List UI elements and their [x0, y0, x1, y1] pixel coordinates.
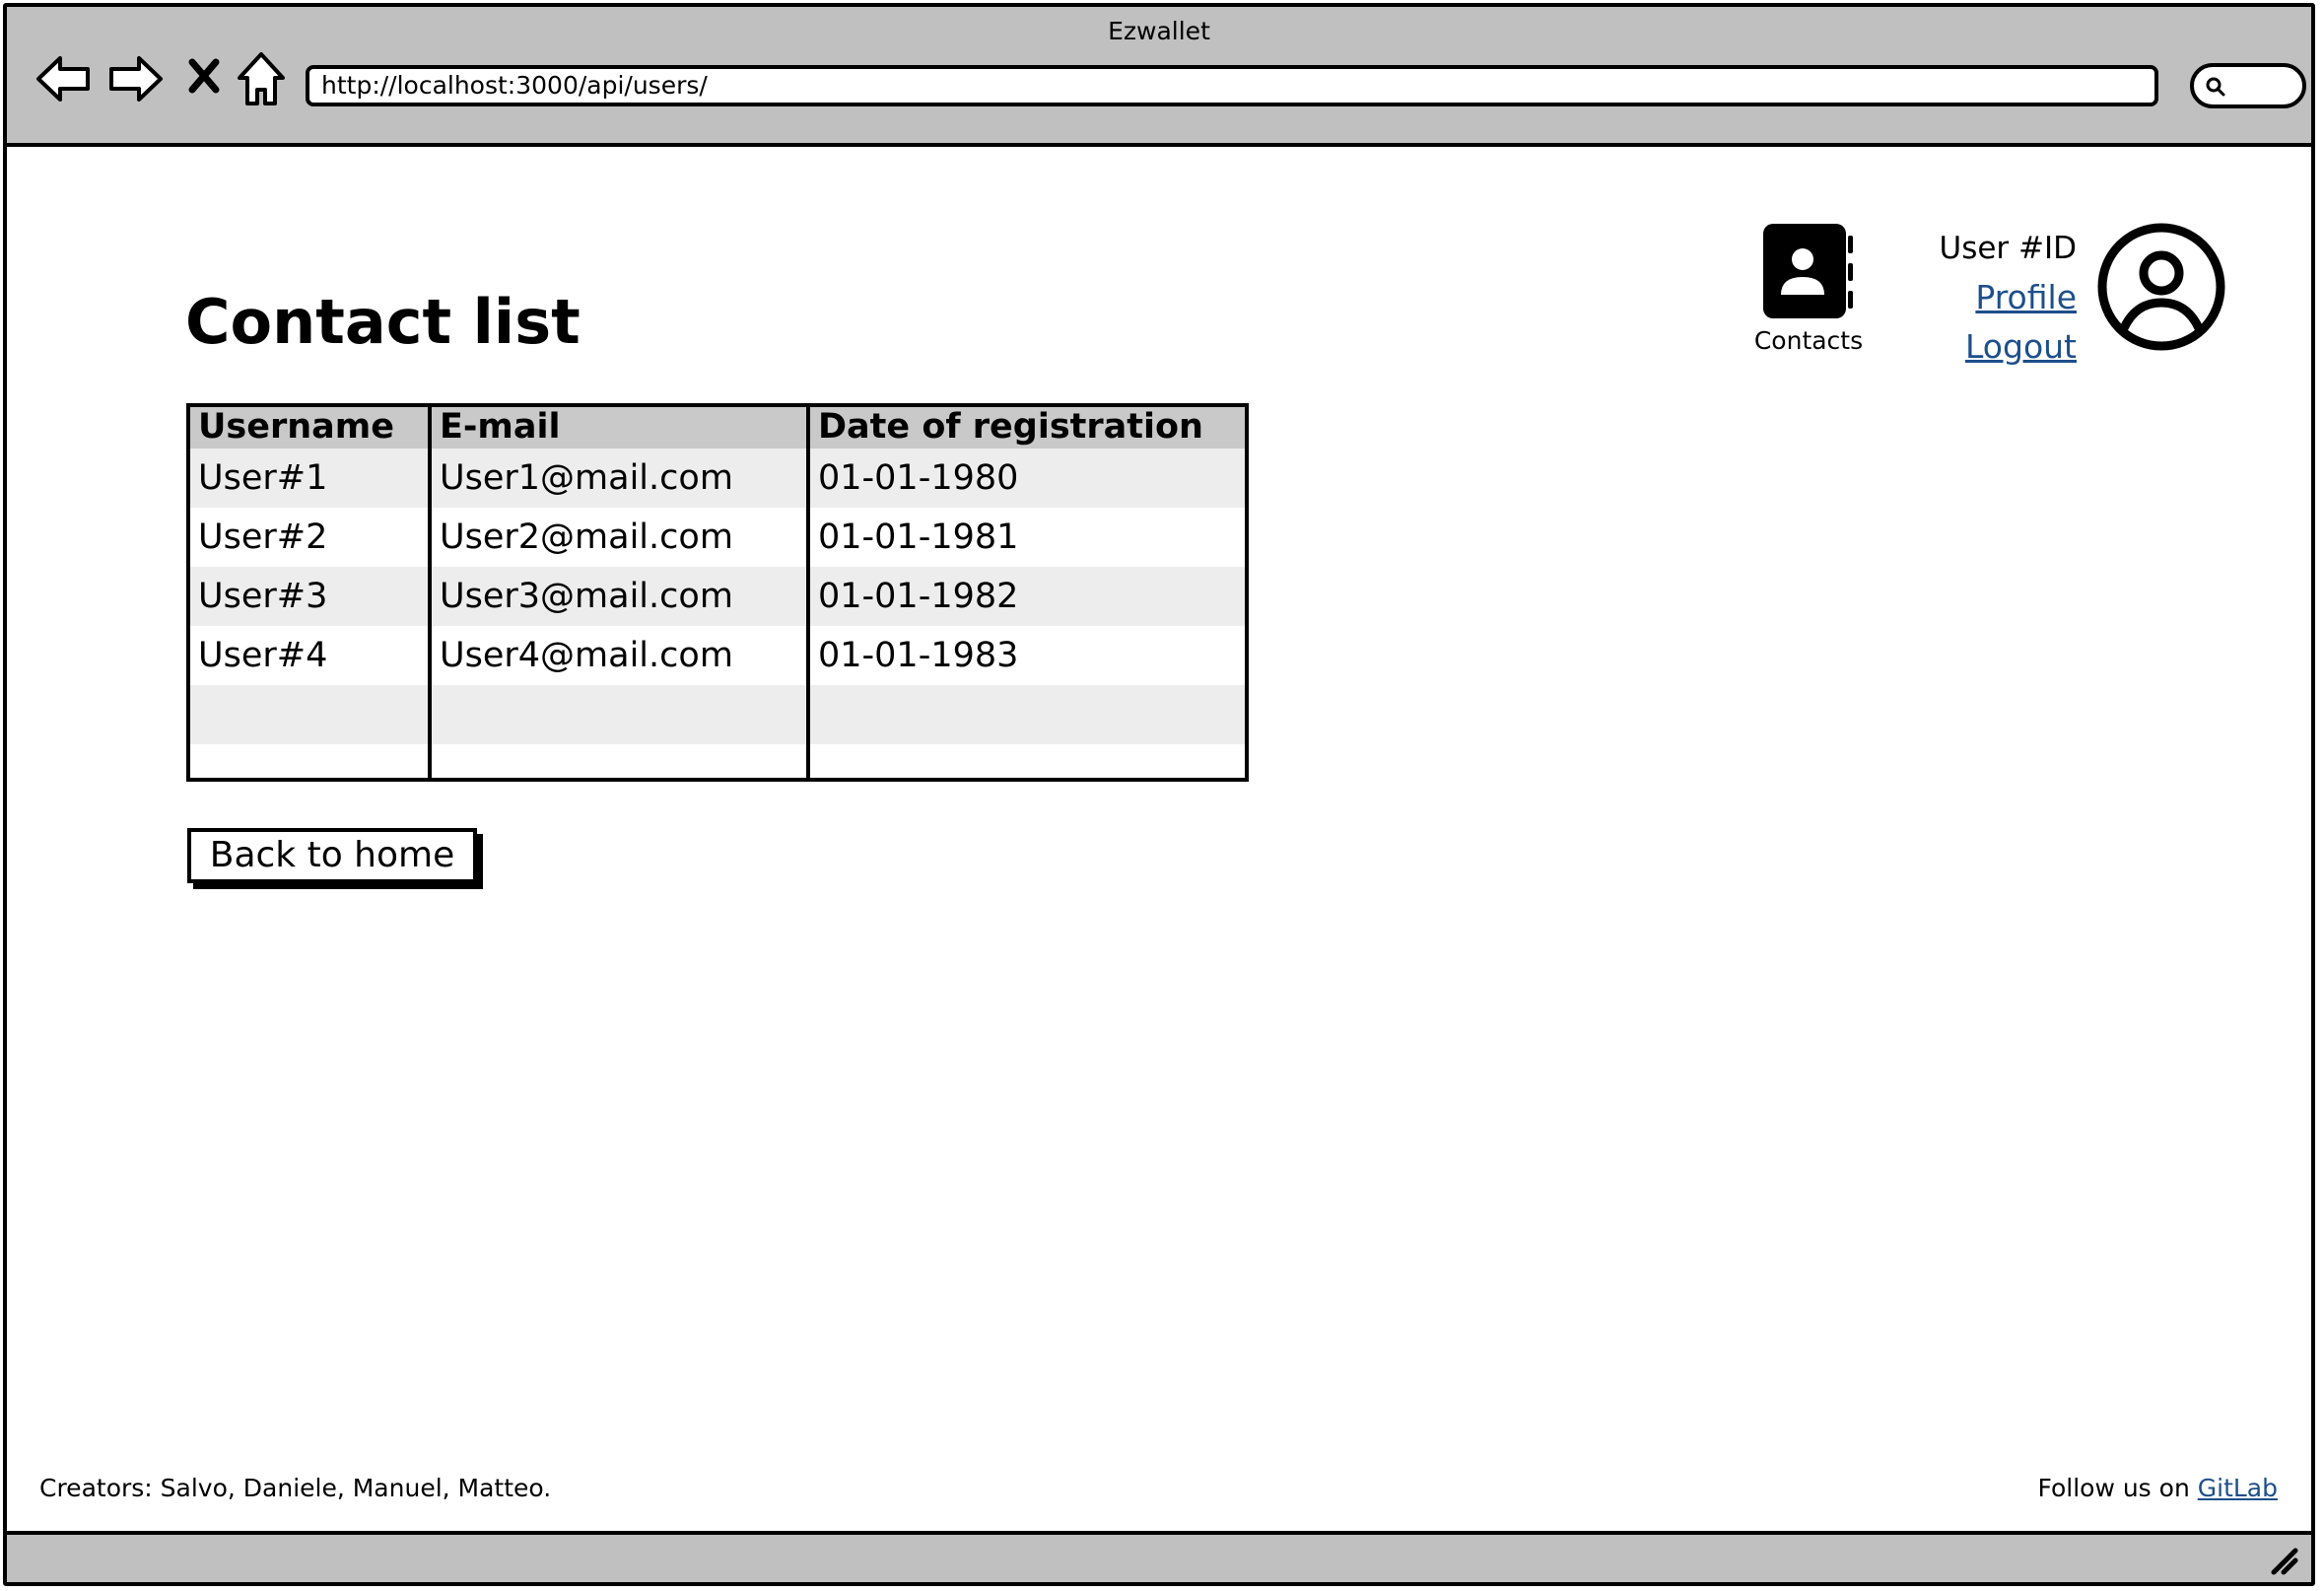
browser-window: Ezwallet http://localhost:3000/api/users…	[3, 3, 2315, 1586]
table-row[interactable]: User#1 User1@mail.com 01-01-1980	[190, 449, 1245, 508]
footer-follow-text: Follow us on	[2037, 1474, 2198, 1502]
user-avatar-icon	[2097, 223, 2225, 351]
footer-creators: Creators: Salvo, Daniele, Manuel, Matteo…	[39, 1474, 552, 1502]
window-title: Ezwallet	[1108, 17, 1210, 45]
cell-email: User4@mail.com	[440, 636, 733, 675]
cell-email: User2@mail.com	[440, 518, 733, 557]
browser-search[interactable]	[2190, 63, 2306, 108]
cell-registration-date	[810, 744, 1245, 778]
cell-username: User#3	[198, 577, 328, 616]
table-row[interactable]: User#3 User3@mail.com 01-01-1982	[190, 567, 1245, 626]
column-header-username[interactable]: Username	[190, 407, 432, 449]
footer-follow: Follow us on GitLab	[2037, 1474, 2278, 1502]
avatar[interactable]	[2096, 222, 2226, 356]
cell-username	[190, 685, 432, 744]
cell-username: User#2	[198, 518, 328, 557]
contacts-label: Contacts	[1753, 326, 1864, 355]
user-id: User #ID	[1939, 231, 2078, 266]
cell-email	[432, 744, 810, 778]
column-header-registration-date[interactable]: Date of registration	[810, 407, 1245, 449]
table-row-empty	[190, 744, 1245, 778]
column-divider	[428, 407, 432, 778]
profile-link[interactable]: Profile	[1880, 273, 2077, 322]
logout-link[interactable]: Logout	[1880, 322, 2077, 372]
user-menu: User #ID Profile Logout	[1880, 224, 2078, 372]
cell-email: User3@mail.com	[440, 577, 733, 616]
contact-table: Username E-mail Date of registration Use…	[186, 403, 1249, 782]
cell-username	[190, 744, 432, 778]
page-title: Contact list	[185, 286, 581, 358]
back-arrow-icon[interactable]	[34, 50, 92, 107]
cell-registration-date: 01-01-1982	[818, 577, 1019, 616]
table-row[interactable]: User#4 User4@mail.com 01-01-1983	[190, 626, 1245, 685]
column-divider	[806, 407, 810, 778]
contacts-book-icon	[1763, 224, 1853, 318]
cell-registration-date: 01-01-1983	[818, 636, 1019, 675]
url-bar[interactable]: http://localhost:3000/api/users/	[306, 65, 2158, 106]
table-row-empty	[190, 685, 1245, 744]
table-row[interactable]: User#2 User2@mail.com 01-01-1981	[190, 508, 1245, 567]
cell-registration-date	[810, 685, 1245, 744]
resize-grip-icon[interactable]	[2266, 1543, 2299, 1576]
gitlab-link[interactable]: GitLab	[2198, 1474, 2278, 1502]
contacts-nav-button[interactable]: Contacts	[1740, 222, 1878, 355]
browser-titlebar: Ezwallet http://localhost:3000/api/users…	[7, 7, 2311, 147]
home-icon[interactable]	[236, 50, 293, 107]
cell-email	[432, 685, 810, 744]
cell-registration-date: 01-01-1981	[818, 518, 1019, 557]
cell-username: User#1	[198, 458, 328, 498]
cell-email: User1@mail.com	[440, 458, 733, 498]
cell-registration-date: 01-01-1980	[818, 458, 1019, 498]
search-icon	[2206, 77, 2225, 97]
browser-statusbar	[7, 1531, 2311, 1582]
column-header-email[interactable]: E-mail	[432, 407, 810, 449]
stop-icon[interactable]	[184, 50, 224, 107]
back-to-home-button[interactable]: Back to home	[187, 828, 477, 883]
forward-arrow-icon[interactable]	[107, 50, 165, 107]
table-header-row: Username E-mail Date of registration	[190, 407, 1245, 449]
cell-username: User#4	[198, 636, 328, 675]
